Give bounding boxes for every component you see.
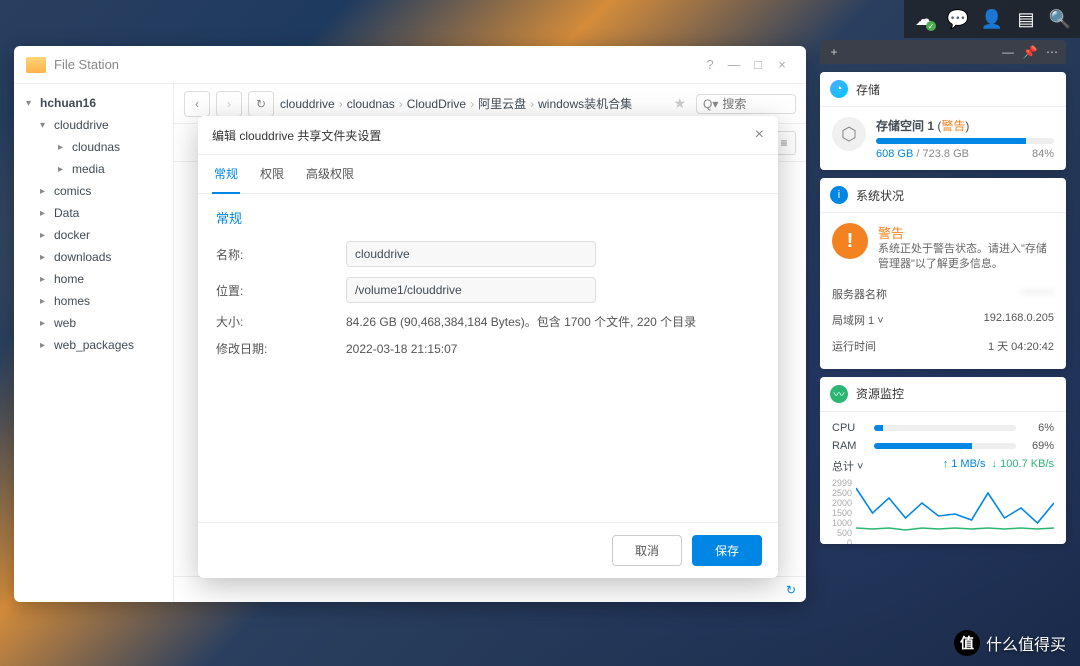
close-button[interactable]: × [770,53,794,77]
tree-root[interactable]: ▾hchuan16 [14,92,173,114]
tree-node[interactable]: ▸media [14,158,173,180]
volume-icon: ⬡ [832,117,866,151]
cancel-button[interactable]: 取消 [612,535,682,566]
crumb[interactable]: CloudDrive [407,97,466,111]
widget-title: 资源监控 [856,385,904,402]
save-button[interactable]: 保存 [692,535,762,566]
size-value: 84.26 GB (90,468,384,184 Bytes)。包含 1700 … [346,313,696,330]
minimize-icon[interactable]: — [1000,44,1016,60]
refresh-icon[interactable]: ↻ [786,583,796,597]
favorite-icon[interactable]: ★ [673,95,686,112]
edit-share-dialog: 编辑 clouddrive 共享文件夹设置 × 常规 权限 高级权限 常规 名称… [198,116,778,578]
folder-icon [26,57,46,73]
tree-node[interactable]: ▸homes [14,290,173,312]
tree-node[interactable]: ▾clouddrive [14,114,173,136]
chat-icon[interactable]: 💬 [942,3,974,35]
maximize-button[interactable]: □ [746,53,770,77]
modified-value: 2022-03-18 21:15:07 [346,342,457,356]
close-icon[interactable]: × [755,126,764,144]
search-icon[interactable]: 🔍 [1044,3,1076,35]
help-button[interactable]: ? [698,53,722,77]
widget-title: 系统状况 [856,187,904,204]
tree-node[interactable]: ▸docker [14,224,173,246]
network-chart: 2999 2500 2000 1500 1000 500 0 [832,478,1054,534]
tab-permissions[interactable]: 权限 [258,155,286,193]
modified-label: 修改日期: [216,340,346,357]
widget-toolbar: + — 📌 ⋯ [820,40,1066,64]
more-icon[interactable]: ⋯ [1044,44,1060,60]
window-title: File Station [54,57,698,72]
crumb[interactable]: cloudnas [347,97,395,111]
tree-node[interactable]: ▸web [14,312,173,334]
ram-bar [874,443,1016,449]
storage-percent: 84% [1032,148,1054,160]
crumb[interactable]: windows装机合集 [538,95,632,112]
minimize-button[interactable]: — [722,53,746,77]
user-icon[interactable]: 👤 [976,3,1008,35]
tree-node[interactable]: ▸web_packages [14,334,173,356]
name-label: 名称: [216,246,346,263]
crumb[interactable]: 阿里云盘 [478,95,526,112]
total-dropdown[interactable]: 总计 ˅ [832,458,863,474]
location-input[interactable] [346,277,596,303]
resource-monitor-widget: 〰 资源监控 CPU 6% RAM 69% 总计 ˅ ↑ 1 MB/s ↓ 10… [820,377,1066,544]
status-desc: 系统正处于警告状态。请进入"存储管理器"以了解更多信息。 [878,242,1054,273]
tab-general[interactable]: 常规 [212,155,240,194]
name-input[interactable] [346,241,596,267]
widget-title: 存储 [856,81,880,98]
storage-progress [876,138,1054,144]
info-icon: i [830,186,848,204]
storage-widget: ◔ 存储 ⬡ 存储空间 1 (警告) 608 GB / 723.8 GB 84% [820,72,1066,170]
nav-forward-button[interactable]: › [216,91,242,117]
storage-icon: ◔ [830,80,848,98]
cpu-bar [874,425,1016,431]
widget-panel: + — 📌 ⋯ ◔ 存储 ⬡ 存储空间 1 (警告) 608 GB / 723.… [820,40,1066,544]
nav-back-button[interactable]: ‹ [184,91,210,117]
add-widget-icon[interactable]: + [826,44,842,60]
size-label: 大小: [216,313,346,330]
tree-node[interactable]: ▸comics [14,180,173,202]
section-title: 常规 [216,208,760,227]
warning-icon: ! [832,223,868,259]
system-taskbar: ☁ 💬 👤 ▤ 🔍 [904,0,1080,38]
tree-node[interactable]: ▸Data [14,202,173,224]
tree-node[interactable]: ▸downloads [14,246,173,268]
volume-name: 存储空间 1 (警告) [876,117,1054,134]
titlebar: File Station ? — □ × [14,46,806,84]
search-input[interactable] [722,97,782,111]
tree-node[interactable]: ▸home [14,268,173,290]
breadcrumb: clouddrive› cloudnas› CloudDrive› 阿里云盘› … [280,95,663,112]
status-bar: ↻ [174,576,806,602]
folder-tree: ▾hchuan16 ▾clouddrive ▸cloudnas ▸media ▸… [14,84,174,602]
location-label: 位置: [216,282,346,299]
search-box[interactable]: Q▾ [696,94,796,114]
tab-advanced[interactable]: 高级权限 [304,155,356,193]
crumb[interactable]: clouddrive [280,97,335,111]
cloud-icon[interactable]: ☁ [908,3,940,35]
watermark-badge: 值 [954,630,980,656]
dialog-tabs: 常规 权限 高级权限 [198,155,778,194]
tree-node[interactable]: ▸cloudnas [14,136,173,158]
monitor-icon: 〰 [830,385,848,403]
search-icon: Q▾ [703,97,718,111]
system-status-widget: i 系统状况 ! 警告 系统正处于警告状态。请进入"存储管理器"以了解更多信息。… [820,178,1066,369]
status-title: 警告 [878,223,1054,242]
pin-icon[interactable]: 📌 [1022,44,1038,60]
watermark: 值 什么值得买 [954,630,1066,656]
dashboard-icon[interactable]: ▤ [1010,3,1042,35]
dialog-title: 编辑 clouddrive 共享文件夹设置 [212,127,755,144]
refresh-button[interactable]: ↻ [248,91,274,117]
